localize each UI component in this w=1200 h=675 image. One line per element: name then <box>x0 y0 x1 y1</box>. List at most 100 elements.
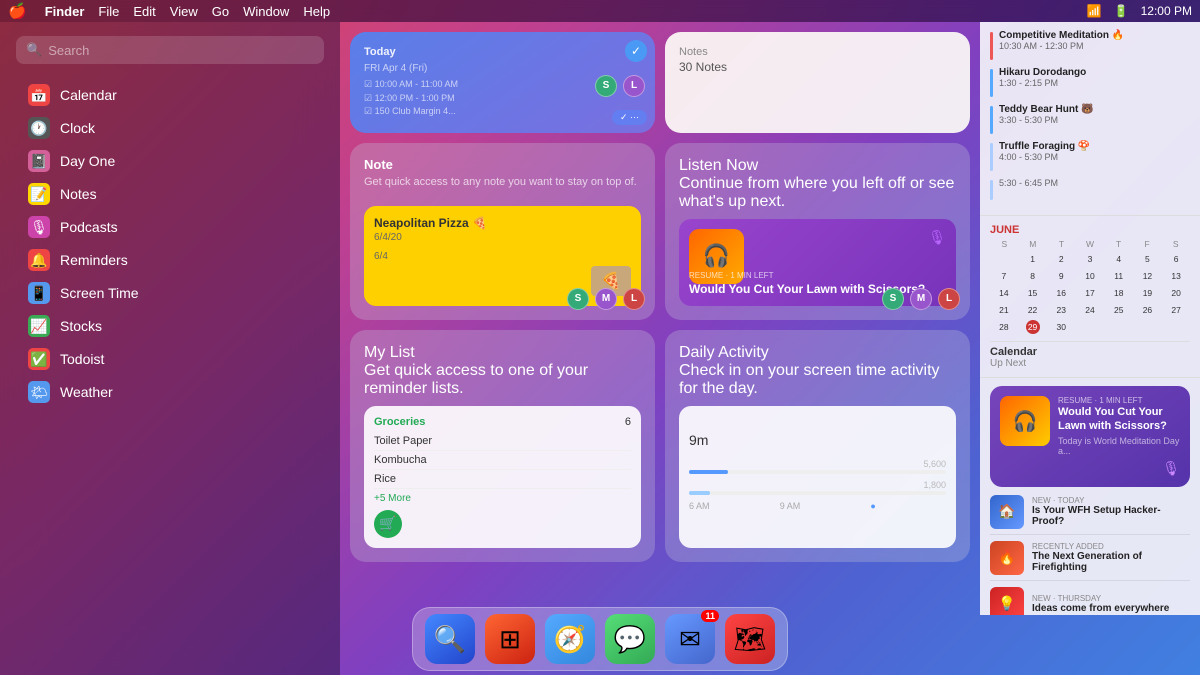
dock-finder[interactable]: 🔍 <box>425 614 475 664</box>
groceries-more: +5 More <box>374 493 631 504</box>
podcasts-icon: 🎙 <box>28 216 50 238</box>
cal-d22: 22 <box>1019 302 1047 318</box>
event-name-competitive: Competitive Meditation 🔥 <box>999 30 1124 41</box>
sidebar-label-dayone: Day One <box>60 153 115 169</box>
podcast-main-card: 🎧 RESUME · 1 MIN LEFT Would You Cut Your… <box>990 386 1190 487</box>
podcast-app-logo: 🎙 <box>1162 460 1180 477</box>
podcast-main-sub: Today is World Meditation Day a... <box>1058 436 1180 456</box>
cal-dates: 1 2 3 4 5 6 7 8 9 10 11 12 13 14 15 16 1… <box>990 251 1190 335</box>
event-row-4: Truffle Foraging 🍄 4:00 - 5:30 PM <box>990 141 1190 171</box>
widgets-row-3: My List Get quick access to one of your … <box>350 330 970 562</box>
event-name-hikaru: Hikaru Dorodango <box>999 67 1086 78</box>
podcast-list-badge-3: NEW · THURSDAY <box>1032 594 1169 603</box>
menubar-view[interactable]: View <box>170 4 198 19</box>
weather-icon: 🌤 <box>28 381 50 403</box>
activity-bar2-label: 1,800 <box>689 480 946 490</box>
sidebar-label-clock: Clock <box>60 120 95 136</box>
cal-d10: 10 <box>1076 268 1104 284</box>
groceries-icon: 🛒 <box>374 510 402 538</box>
widget-note: Note Get quick access to any note you wa… <box>350 143 655 320</box>
menubar-window[interactable]: Window <box>243 4 289 19</box>
cal-weekdays: SMTWTFS <box>990 239 1190 249</box>
calendar-icon: 📅 <box>28 84 50 106</box>
sidebar-item-clock[interactable]: 🕐 Clock <box>8 112 332 144</box>
event-time-truffle: 4:00 - 5:30 PM <box>999 152 1090 162</box>
sidebar-item-notes[interactable]: 📝 Notes <box>8 178 332 210</box>
today-label: Today <box>364 46 641 58</box>
cal-d5: 5 <box>1134 251 1162 267</box>
widget-today: Today FRI Apr 4 (Fri) ☑ 10:00 AM - 11:00… <box>350 32 655 133</box>
sidebar-item-stocks[interactable]: 📈 Stocks <box>8 310 332 342</box>
event-color-competitive <box>990 32 993 60</box>
cal-d8: 8 <box>1019 268 1047 284</box>
event-info-truffle2: 5:30 - 6:45 PM <box>999 178 1058 188</box>
menubar-finder[interactable]: Finder <box>45 4 85 19</box>
apple-menu[interactable]: 🍎 <box>8 2 27 20</box>
widgets-row-2: Note Get quick access to any note you wa… <box>350 143 970 320</box>
cal-d28: 28 <box>990 319 1018 335</box>
menubar-time: 12:00 PM <box>1141 4 1192 18</box>
avatar-s-today: S <box>595 75 617 97</box>
podcast-app-icon: 🎙 <box>928 229 946 246</box>
event-name-teddy: Teddy Bear Hunt 🐻 <box>999 104 1094 115</box>
note-widget-title: Note <box>364 157 641 172</box>
podcast-list-row-1: 🏠 NEW · TODAY Is Your WFH Setup Hacker-P… <box>990 495 1190 535</box>
menubar-go[interactable]: Go <box>212 4 229 19</box>
activity-value: 9m <box>689 416 946 453</box>
dock-maps[interactable]: 🗺 <box>725 614 775 664</box>
cal-d11: 11 <box>1105 268 1133 284</box>
reminders-icon: 🔔 <box>28 249 50 271</box>
today-badge: ✓ ··· <box>612 110 647 125</box>
event-row-1: Competitive Meditation 🔥 10:30 AM - 12:3… <box>990 30 1190 60</box>
sidebar-item-weather[interactable]: 🌤 Weather <box>8 376 332 408</box>
cal-month: JUNE <box>990 224 1019 236</box>
cal-d29-today: 29 <box>1026 320 1040 334</box>
grocery-item-1: Toilet Paper <box>374 432 631 451</box>
cal-d24: 24 <box>1076 302 1104 318</box>
cal-d26: 26 <box>1134 302 1162 318</box>
sidebar-item-reminders[interactable]: 🔔 Reminders <box>8 244 332 276</box>
cal-d14: 14 <box>990 285 1018 301</box>
dock-launchpad[interactable]: ⊞ <box>485 614 535 664</box>
event-row-5: 5:30 - 6:45 PM <box>990 178 1190 200</box>
podcast-main-content: RESUME · 1 MIN LEFT Would You Cut Your L… <box>1058 396 1180 456</box>
calendar-events-section: Competitive Meditation 🔥 10:30 AM - 12:3… <box>980 22 1200 215</box>
sidebar-label-podcasts: Podcasts <box>60 219 118 235</box>
activity-bars: 5,600 1,800 <box>689 459 946 495</box>
grocery-item-2: Kombucha <box>374 451 631 470</box>
notes-icon: 📝 <box>28 183 50 205</box>
sidebar-item-screentime[interactable]: 📱 Screen Time <box>8 277 332 309</box>
note-widget-subtitle: Get quick access to any note you want to… <box>364 176 641 188</box>
event-time-teddy: 3:30 - 5:30 PM <box>999 115 1094 125</box>
cal-d1: 1 <box>1019 251 1047 267</box>
cal-section-subtitle: Up Next <box>990 358 1190 369</box>
dock-safari[interactable]: 🧭 <box>545 614 595 664</box>
menubar-help[interactable]: Help <box>303 4 330 19</box>
sidebar-item-podcasts[interactable]: 🎙 Podcasts <box>8 211 332 243</box>
cal-d21: 21 <box>990 302 1018 318</box>
dock-mail[interactable]: ✉ 11 <box>665 614 715 664</box>
sidebar-item-dayone[interactable]: 📓 Day One <box>8 145 332 177</box>
event-info-teddy: Teddy Bear Hunt 🐻 3:30 - 5:30 PM <box>999 104 1094 125</box>
mini-calendar: JUNE SMTWTFS 1 2 3 4 5 6 7 8 9 10 11 12 … <box>990 224 1190 335</box>
podcast-list-row-3: 💡 NEW · THURSDAY Ideas come from everywh… <box>990 587 1190 615</box>
podcast-list-thumb-2: 🔥 <box>990 541 1024 575</box>
menubar-file[interactable]: File <box>98 4 119 19</box>
sidebar-item-todoist[interactable]: ✅ Todoist <box>8 343 332 375</box>
cal-d20: 20 <box>1162 285 1190 301</box>
sidebar-label-reminders: Reminders <box>60 252 128 268</box>
dayone-icon: 📓 <box>28 150 50 172</box>
mylist-subtitle: Get quick access to one of your reminder… <box>364 362 641 398</box>
groceries-header: Groceries 6 <box>374 416 631 428</box>
event-info-competitive: Competitive Meditation 🔥 10:30 AM - 12:3… <box>999 30 1124 51</box>
activity-time-start: 6 AM <box>689 501 710 511</box>
podcast-badge: RESUME · 1 MIN LEFT <box>689 271 946 280</box>
launchpad-icon: ⊞ <box>499 624 521 655</box>
search-bar[interactable]: 🔍 Search <box>16 36 324 64</box>
sidebar-item-calendar[interactable]: 📅 Calendar <box>8 79 332 111</box>
cal-d30: 30 <box>1047 319 1075 335</box>
menubar-edit[interactable]: Edit <box>133 4 155 19</box>
podcast-list-title-2: The Next Generation of Firefighting <box>1032 551 1190 573</box>
dock-messages[interactable]: 💬 <box>605 614 655 664</box>
cal-d17: 17 <box>1076 285 1104 301</box>
